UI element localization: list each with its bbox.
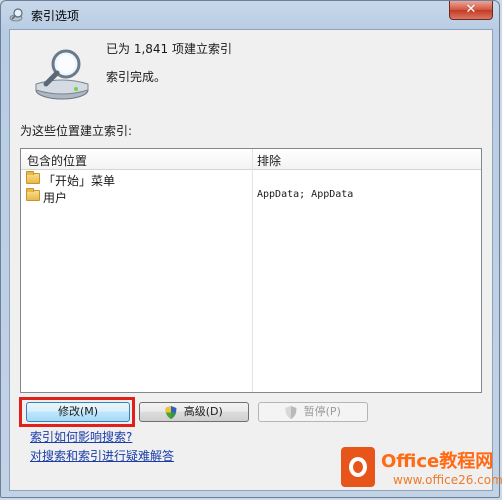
indexed-locations-list[interactable]: 包含的位置 排除 「开始」菜单 用户 AppData; AppData: [20, 148, 482, 393]
folder-icon: [26, 188, 40, 201]
how-indexing-affects-search-link[interactable]: 索引如何影响搜索?: [30, 428, 132, 445]
table-row[interactable]: 「开始」菜单: [21, 171, 481, 188]
location-name: 「开始」菜单: [43, 174, 116, 188]
indexing-options-window: 索引选项 ✕ 已为 1,841 项建立索引 索引完成。 为这些位置建立索引: 包…: [0, 0, 502, 498]
location-name: 用户: [43, 191, 68, 205]
close-icon: ✕: [465, 2, 477, 17]
watermark-url: www.office26.com: [393, 473, 502, 487]
uac-shield-icon: [285, 405, 297, 419]
window-title: 索引选项: [31, 9, 80, 23]
pause-button[interactable]: 暂停(P): [258, 402, 368, 422]
indexing-status-text: 索引完成。: [106, 70, 167, 84]
watermark-title: Office教程网: [381, 451, 494, 472]
highlight-annotation: [19, 397, 135, 427]
magnifier-drive-icon: [28, 46, 92, 102]
advanced-button[interactable]: 高级(D): [139, 402, 249, 422]
list-header: 包含的位置 排除: [21, 149, 481, 170]
column-header-exclude[interactable]: 排除: [257, 152, 281, 169]
folder-icon: [26, 171, 40, 184]
troubleshoot-link[interactable]: 对搜索和索引进行疑难解答: [30, 447, 174, 464]
locations-section-label: 为这些位置建立索引:: [20, 124, 133, 138]
column-header-location[interactable]: 包含的位置: [27, 152, 87, 169]
exclude-value: AppData; AppData: [257, 189, 354, 200]
indexed-count-text: 已为 1,841 项建立索引: [106, 42, 232, 56]
office-logo: [341, 447, 375, 487]
watermark: Office教程网 www.office26.com: [333, 441, 502, 497]
pause-button-label: 暂停(P): [303, 405, 341, 418]
advanced-button-label: 高级(D): [183, 405, 223, 418]
table-row[interactable]: 用户 AppData; AppData: [21, 188, 481, 205]
uac-shield-icon: [165, 405, 177, 419]
indexing-options-icon: [9, 7, 25, 23]
title-bar: 索引选项 ✕: [1, 1, 499, 29]
close-button[interactable]: ✕: [449, 1, 493, 20]
